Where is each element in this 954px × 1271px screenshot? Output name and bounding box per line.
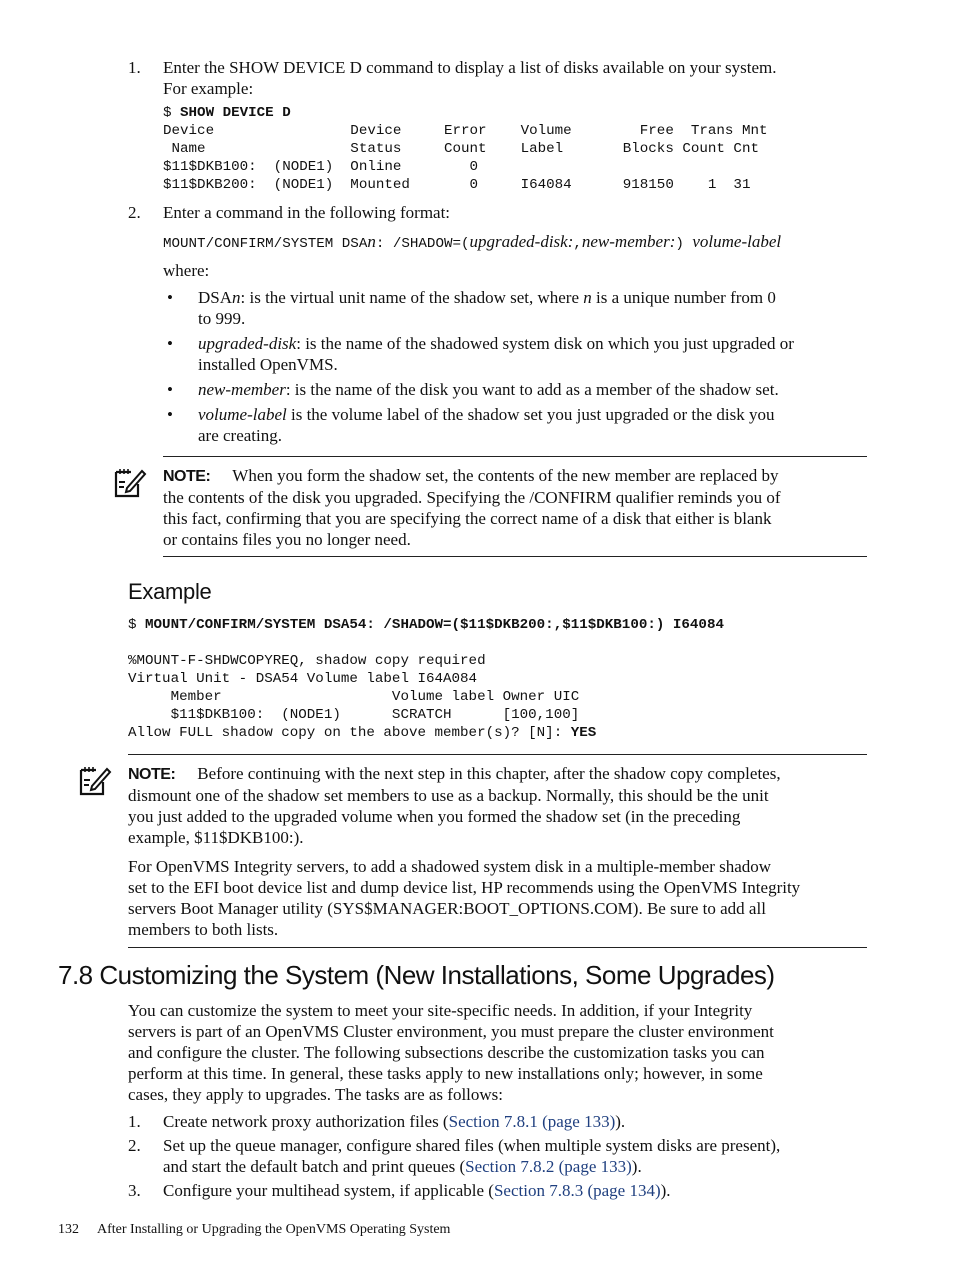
section-heading: 7.8 Customizing the System (New Installa…: [58, 960, 775, 990]
step-number: 1.: [128, 58, 141, 77]
step-1: 1. Enter the SHOW DEVICE D command to di…: [128, 57, 888, 99]
where-label: where:: [163, 261, 210, 280]
step-number: 2.: [128, 203, 141, 222]
note-1: NOTE: When you form the shadow set, the c…: [163, 466, 781, 549]
example-command: MOUNT/CONFIRM/SYSTEM DSA54: /SHADOW=($11…: [145, 617, 724, 633]
step-text: Enter the SHOW DEVICE D command to displ…: [163, 58, 777, 98]
step-2: 2. Enter a command in the following form…: [128, 202, 888, 223]
bullet-list: • DSAn: is the virtual unit name of the …: [163, 287, 883, 446]
example-code: $ MOUNT/CONFIRM/SYSTEM DSA54: /SHADOW=($…: [128, 617, 724, 741]
bullet-icon: •: [167, 405, 173, 424]
bullet-icon: •: [167, 380, 173, 399]
list-item: 3. Configure your multihead system, if a…: [128, 1181, 671, 1200]
page-number: 132: [58, 1222, 79, 1237]
task-list: 1. Create network proxy authorization fi…: [128, 1111, 888, 1201]
bullet-icon: •: [167, 334, 173, 353]
section-7-8-1-link[interactable]: Section 7.8.1 (page 133): [449, 1112, 616, 1131]
list-item: • DSAn: is the virtual unit name of the …: [167, 288, 776, 328]
table-header-2: Name Status Count Label Blocks Count Cnt: [163, 141, 759, 157]
note-pencil-icon: [78, 764, 112, 796]
note-label: NOTE:: [128, 766, 176, 783]
footer-title: After Installing or Upgrading the OpenVM…: [97, 1222, 451, 1237]
list-item: • volume-label is the volume label of th…: [167, 405, 775, 445]
page-footer: 132 After Installing or Upgrading the Ope…: [58, 1222, 450, 1238]
table-header-1: Device Device Error Volume Free Trans Mn…: [163, 123, 768, 139]
list-item: • upgraded-disk: is the name of the shad…: [167, 334, 794, 374]
note-top-rule: [163, 456, 867, 457]
note-label: NOTE:: [163, 468, 211, 485]
command-format: MOUNT/CONFIRM/SYSTEM DSAn: /SHADOW=(upgr…: [163, 232, 782, 252]
note-2: NOTE: Before continuing with the next ste…: [128, 764, 801, 939]
note-bottom-rule: [163, 556, 867, 557]
command: SHOW DEVICE D: [180, 105, 291, 121]
section-7-8-3-link[interactable]: Section 7.8.3 (page 134): [494, 1181, 661, 1200]
list-item: 2. Set up the queue manager, configure s…: [128, 1136, 781, 1176]
note-top-rule: [128, 754, 867, 755]
table-row: $11$DKB200: (NODE1) Mounted 0 I64084 918…: [163, 177, 751, 193]
example-answer: YES: [570, 725, 597, 741]
table-row: $11$DKB100: (NODE1) Online 0: [163, 159, 479, 175]
bullet-icon: •: [167, 288, 173, 307]
list-item: 1. Create network proxy authorization fi…: [128, 1112, 626, 1131]
note-bottom-rule: [128, 947, 867, 948]
show-device-code: $ SHOW DEVICE D Device Device Error Volu…: [163, 104, 768, 194]
prompt: $: [163, 105, 181, 121]
section-7-8-2-link[interactable]: Section 7.8.2 (page 133): [465, 1157, 632, 1176]
step-text: Enter a command in the following format:: [163, 203, 451, 222]
note-pencil-icon: [113, 466, 147, 498]
section-intro: You can customize the system to meet you…: [128, 1001, 774, 1104]
list-item: • new-member: is the name of the disk yo…: [167, 380, 779, 399]
example-heading: Example: [128, 579, 212, 604]
